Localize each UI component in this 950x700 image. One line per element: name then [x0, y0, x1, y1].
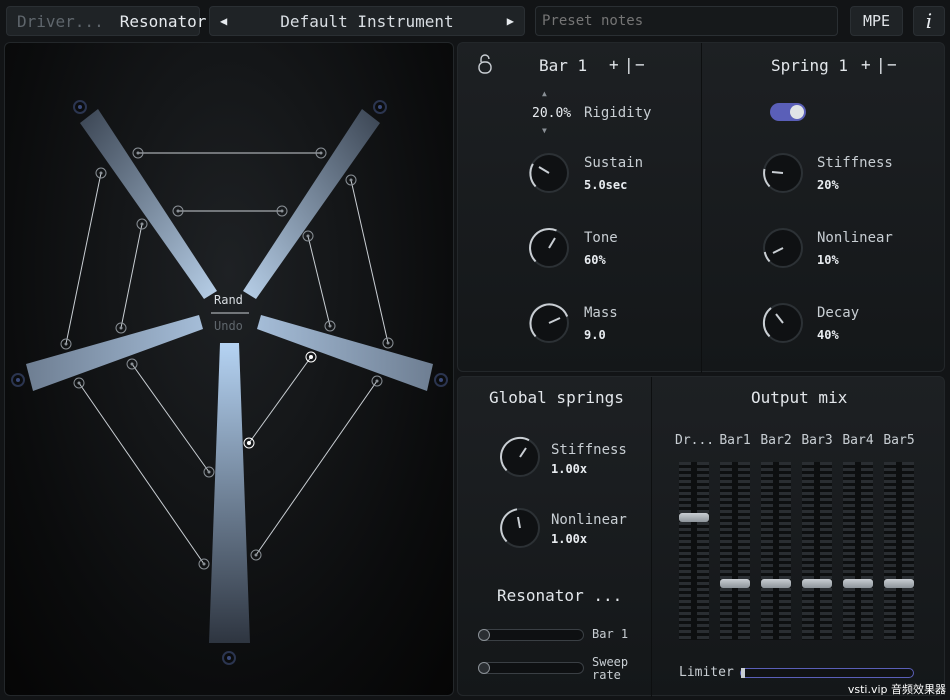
mix-meter: [720, 462, 750, 640]
global-springs-title: Global springs: [489, 388, 624, 407]
spring-decay-knob[interactable]: [762, 302, 804, 344]
mix-channel-label: Bar5: [883, 433, 915, 448]
global-stiffness-label: Stiffness: [551, 442, 627, 458]
info-button[interactable]: i: [913, 6, 945, 36]
global-nonlinear-value: 1.00x: [551, 532, 588, 546]
sustain-value: 5.0sec: [584, 178, 628, 192]
lock-icon[interactable]: [477, 53, 493, 75]
global-nonlinear-knob[interactable]: [499, 507, 541, 549]
spring-nonlinear-knob[interactable]: [762, 227, 804, 269]
bar-spring-panel: Bar 1 + | − ▲ 20.0% ▼ Rigidity Sustain 5…: [457, 42, 945, 373]
rigidity-down-icon[interactable]: ▼: [542, 126, 547, 135]
spring-pm-separator: |: [876, 55, 886, 74]
resonator-sweep-title: Resonator ...: [497, 586, 623, 605]
mix-channel-label: Bar2: [760, 433, 792, 448]
panel-divider: [651, 377, 652, 697]
limiter-slider[interactable]: [740, 668, 914, 678]
prev-instrument-icon[interactable]: ◀: [220, 14, 227, 28]
limiter-thumb[interactable]: [741, 668, 745, 678]
add-spring-button[interactable]: +: [861, 55, 871, 74]
rigidity-value[interactable]: 20.0%: [532, 106, 571, 121]
spring-stiffness-label: Stiffness: [817, 155, 893, 171]
sustain-knob[interactable]: [528, 152, 570, 194]
next-instrument-icon[interactable]: ▶: [507, 14, 514, 28]
spring-nonlinear-value: 10%: [817, 253, 839, 267]
mix-fader-bar2[interactable]: [761, 579, 791, 588]
mix-fader-bar4[interactable]: [843, 579, 873, 588]
bar-pm-separator: |: [624, 55, 634, 74]
mix-meter: [843, 462, 873, 640]
mix-fader-bar3[interactable]: [802, 579, 832, 588]
mix-meter: [761, 462, 791, 640]
mass-knob[interactable]: [528, 302, 570, 344]
add-bar-button[interactable]: +: [609, 55, 619, 74]
global-nonlinear-label: Nonlinear: [551, 512, 627, 528]
rigidity-label: Rigidity: [584, 105, 652, 121]
output-mix-title: Output mix: [751, 388, 848, 407]
mix-fader-driver[interactable]: [679, 513, 709, 522]
mix-fader-bar1[interactable]: [720, 579, 750, 588]
tone-value: 60%: [584, 253, 606, 267]
bar-left[interactable]: [26, 315, 203, 391]
undo-button[interactable]: Undo: [214, 319, 243, 333]
spring-stiffness-knob[interactable]: [762, 152, 804, 194]
bar-right[interactable]: [257, 315, 433, 391]
tab-driver[interactable]: Driver...: [7, 12, 104, 31]
spring-stiffness-value: 20%: [817, 178, 839, 192]
bar-sweep-slider[interactable]: [478, 629, 584, 641]
mix-meter: [884, 462, 914, 640]
sweep-rate-label: Sweep rate: [592, 656, 628, 682]
spring-title: Spring 1: [771, 56, 849, 75]
mix-meter: [802, 462, 832, 640]
preset-notes-box: [535, 6, 838, 36]
bar-upper-left[interactable]: [80, 109, 217, 299]
mix-channel-label: Dr...: [675, 433, 715, 448]
rand-button[interactable]: Rand: [214, 293, 243, 307]
sweep-rate-line2: rate: [592, 668, 621, 682]
mix-channel-label: Bar4: [842, 433, 874, 448]
remove-bar-button[interactable]: −: [635, 55, 645, 74]
instrument-name[interactable]: Default Instrument: [280, 12, 453, 31]
mpe-button[interactable]: MPE: [850, 6, 903, 36]
mass-label: Mass: [584, 305, 618, 321]
slider-thumb[interactable]: [478, 629, 490, 641]
toggle-knob: [790, 105, 804, 119]
watermark: vsti.vip 音频效果器: [847, 683, 946, 696]
panel-divider: [701, 43, 702, 373]
mass-value: 9.0: [584, 328, 606, 342]
sweep-rate-slider[interactable]: [478, 662, 584, 674]
spring-decay-label: Decay: [817, 305, 860, 321]
tone-knob[interactable]: [528, 227, 570, 269]
slider-thumb[interactable]: [478, 662, 490, 674]
mix-fader-bar5[interactable]: [884, 579, 914, 588]
bar-title: Bar 1: [539, 56, 588, 75]
tab-bar: Driver... Resonator: [6, 6, 206, 36]
rigidity-up-icon[interactable]: ▲: [542, 89, 547, 98]
remove-spring-button[interactable]: −: [887, 55, 897, 74]
tone-label: Tone: [584, 230, 618, 246]
bar-bottom[interactable]: [209, 343, 250, 643]
tab-resonator[interactable]: Resonator: [120, 12, 207, 31]
global-stiffness-value: 1.00x: [551, 462, 588, 476]
bar-sweep-label: Bar 1: [592, 627, 629, 641]
spring-nonlinear-label: Nonlinear: [817, 230, 893, 246]
mix-channel-label: Bar3: [801, 433, 833, 448]
global-stiffness-knob[interactable]: [499, 436, 541, 478]
preset-notes-input[interactable]: [542, 13, 837, 29]
mix-meter: [679, 462, 709, 640]
sustain-label: Sustain: [584, 155, 644, 171]
mix-channel-label: Bar1: [719, 433, 751, 448]
bar-upper-right[interactable]: [243, 109, 380, 299]
instrument-selector: ◀ Default Instrument ▶: [209, 6, 525, 36]
resonator-canvas[interactable]: Rand Undo: [4, 42, 454, 696]
spring-decay-value: 40%: [817, 328, 839, 342]
limiter-label: Limiter: [679, 665, 734, 680]
spring-enable-toggle[interactable]: [770, 103, 806, 121]
